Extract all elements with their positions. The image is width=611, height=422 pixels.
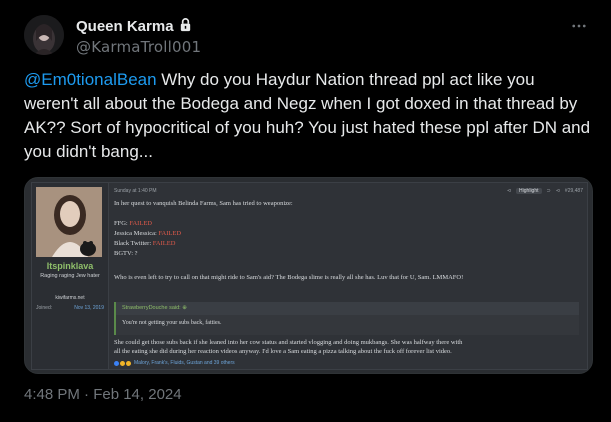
avatar[interactable] <box>24 15 64 55</box>
laugh-icon <box>120 360 125 366</box>
tweet-text: @Em0tionalBean Why do you Haydur Nation … <box>24 68 592 164</box>
more-icon[interactable] <box>569 16 589 36</box>
joined-date: Nov 13, 2019 <box>74 305 104 311</box>
item-label: Jessica Messica: <box>114 230 159 237</box>
quote-box: StrawberryDouche said: ⊕ You're not gett… <box>114 302 579 335</box>
forum-site: kiwifarms.net <box>55 295 85 301</box>
item-label: BGTV: ? <box>114 250 138 257</box>
forum-username: Itspinklava <box>46 261 94 271</box>
forum-avatar <box>36 187 102 257</box>
timestamp[interactable]: 4:48 PM · Feb 14, 2024 <box>24 386 182 403</box>
display-name-row[interactable]: Queen Karma <box>76 16 201 36</box>
reply-line-1: She could get those subs back if she lea… <box>114 339 463 346</box>
post-line-question: Who is even left to try to call on that … <box>114 274 464 281</box>
bookmark-icon: ⊲ <box>555 187 560 194</box>
reactions-text: Malory, Frank's, Fluids, Gustan and 39 o… <box>134 360 235 366</box>
item-status: FAILED <box>152 240 176 247</box>
post-item: Jessica Messica: FAILED <box>114 230 181 238</box>
post-number: #29,487 <box>564 187 583 194</box>
forum-post-body: Sunday at 1:40 PM ⊲ Highlight ⊃ ⊲ #29,48… <box>114 183 587 369</box>
quote-text: You're not getting your subs back, fatti… <box>122 320 222 326</box>
post-item: Black Twitter: FAILED <box>114 240 175 248</box>
reply-line-2: all the eating she did during her reacti… <box>114 348 452 355</box>
post-item: FFG: FAILED <box>114 220 152 228</box>
reactions-row: Malory, Frank's, Fluids, Gustan and 39 o… <box>114 360 235 366</box>
tweet: Queen Karma @KarmaTroll001 @Em0tionalBea… <box>0 0 611 422</box>
post-item: BGTV: ? <box>114 250 138 258</box>
joined-label: Joined: <box>36 305 53 311</box>
mention-link[interactable]: @Em0tionalBean <box>24 70 157 89</box>
forum-post-meta: Sunday at 1:40 PM ⊲ Highlight ⊃ ⊲ #29,48… <box>114 186 583 195</box>
post-time: Sunday at 1:40 PM <box>114 187 157 194</box>
highlight-tag: Highlight <box>516 187 542 194</box>
post-meta-right: ⊲ Highlight ⊃ ⊲ #29,487 <box>506 187 583 194</box>
share-icon: ⊲ <box>506 187 512 194</box>
link-icon: ⊃ <box>546 187 551 194</box>
handle[interactable]: @KarmaTroll001 <box>76 38 201 56</box>
forum-post-screenshot: Itspinklava Raging raging Jew hater kiwi… <box>31 182 588 370</box>
quote-author: StrawberryDouche said: ⊕ <box>116 302 579 315</box>
display-name[interactable]: Queen Karma <box>76 18 174 35</box>
forum-joined: Joined: Nov 13, 2019 <box>36 305 104 311</box>
forum-user-title: Raging raging Jew hater <box>40 273 100 279</box>
agree-icon <box>126 360 131 366</box>
post-line-intro: In her quest to vanquish Belinda Farms, … <box>114 200 293 207</box>
avatar-image <box>24 15 64 55</box>
item-status: FAILED <box>158 230 182 237</box>
like-icon <box>114 360 119 366</box>
item-status: FAILED <box>129 220 152 227</box>
item-label: Black Twitter: <box>114 240 153 247</box>
forum-post-sidebar: Itspinklava Raging raging Jew hater kiwi… <box>32 183 109 369</box>
item-label: FFG: <box>114 220 130 227</box>
attached-image[interactable]: Itspinklava Raging raging Jew hater kiwi… <box>24 177 593 374</box>
author-block: Queen Karma @KarmaTroll001 <box>76 16 201 57</box>
lock-icon <box>178 17 193 36</box>
